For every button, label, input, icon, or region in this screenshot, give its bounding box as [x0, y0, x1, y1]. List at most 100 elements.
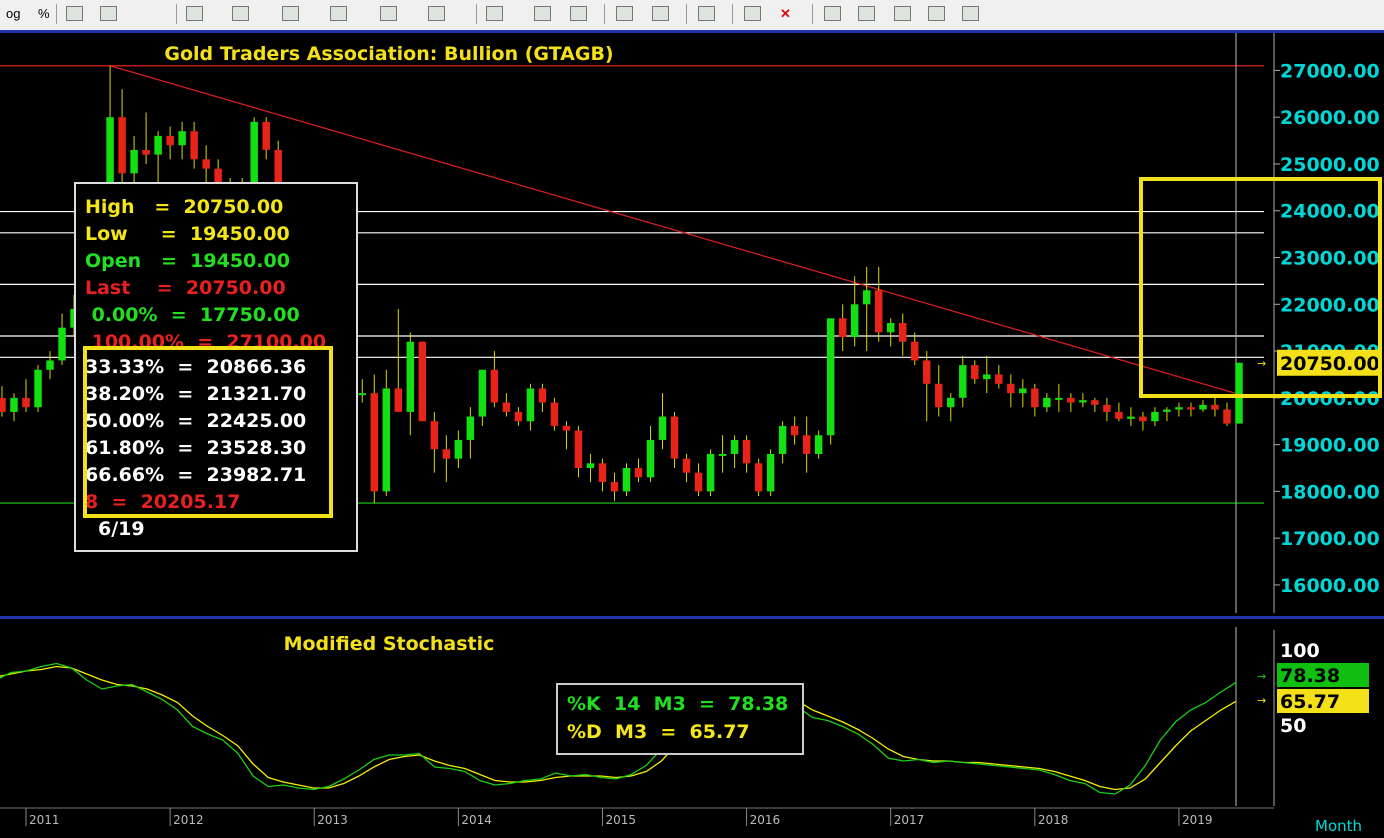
candle-body [610, 482, 619, 492]
stochastic-axis-label: 100 [1280, 640, 1320, 662]
legend-d: %D M3 = 65.77 [567, 721, 750, 743]
price-axis-label: 25000.00 [1280, 154, 1380, 176]
k-value-label: 78.38 [1280, 665, 1340, 687]
candle-body [1091, 400, 1099, 405]
candle-body [358, 393, 367, 396]
time-axis-label: 2011 [29, 813, 60, 827]
candle-body [874, 290, 883, 333]
candle-body [130, 149, 138, 174]
candle-body [826, 318, 835, 436]
candle-body [166, 135, 174, 146]
time-axis-label: 2018 [1038, 813, 1069, 827]
candle-body [118, 117, 126, 174]
stochastic-axis-label: 50 [1280, 715, 1306, 737]
candle-body [190, 131, 198, 160]
candle-body [1211, 404, 1219, 410]
candle-body [250, 121, 258, 188]
candle-body [262, 121, 270, 150]
candle-body [1151, 411, 1159, 422]
candle-body [983, 374, 991, 380]
k-arrow: → [1257, 670, 1266, 683]
candle-body [802, 435, 811, 454]
candle-body [658, 416, 667, 440]
candle-body [730, 439, 739, 454]
price-highlight-box [1139, 177, 1382, 398]
time-axis-label: 2015 [605, 813, 636, 827]
candle-body [526, 388, 535, 422]
price-axis-label: 19000.00 [1280, 435, 1380, 457]
time-axis-label: 2014 [461, 813, 492, 827]
candle-body [382, 388, 391, 492]
candle-body [202, 159, 210, 169]
candle-body [1067, 397, 1075, 403]
candle-body [682, 458, 691, 473]
candle-body [478, 369, 487, 417]
candle-body [1199, 404, 1207, 410]
data-window-row: 0.00% = 17750.00 [85, 304, 300, 326]
legend-k: %K 14 M3 = 78.38 [567, 693, 789, 715]
candle-body [947, 397, 955, 408]
data-window-row: Open = 19450.00 [85, 250, 290, 272]
candle-body [886, 323, 895, 333]
candle-body [1223, 409, 1231, 424]
price-chart-title: Gold Traders Association: Bullion (GTAGB… [164, 43, 613, 65]
time-axis-label: 2013 [317, 813, 348, 827]
candle-body [814, 435, 823, 454]
candle-body [418, 341, 427, 422]
candle-body [971, 365, 979, 380]
candle-body [850, 304, 859, 338]
candle-body [694, 472, 703, 492]
candle-body [1175, 407, 1183, 410]
candle-body [22, 397, 30, 408]
candle-body [466, 416, 475, 440]
time-axis-label: 2019 [1182, 813, 1213, 827]
candle-body [1055, 397, 1063, 400]
candle-body [442, 449, 451, 459]
data-window-row: High = 20750.00 [85, 196, 284, 218]
candle-body [862, 290, 871, 305]
stochastic-title: Modified Stochastic [284, 633, 495, 655]
candle-body [790, 425, 799, 436]
candle-body [370, 393, 379, 492]
candle-body [670, 416, 679, 459]
candle-body [1007, 383, 1015, 394]
price-axis-label: 16000.00 [1280, 575, 1380, 597]
price-axis-label: 17000.00 [1280, 528, 1380, 550]
candle-body [514, 411, 523, 422]
candle-body [586, 463, 595, 468]
candle-body [646, 439, 655, 478]
candle-body [154, 135, 162, 155]
candle-body [766, 453, 775, 492]
data-window-row: Low = 19450.00 [85, 223, 290, 245]
candle-body [959, 365, 967, 398]
candle-body [394, 388, 403, 412]
period-label: Month [1315, 817, 1362, 835]
candle-body [58, 327, 66, 361]
candle-body [406, 341, 415, 412]
candle-body [995, 374, 1003, 384]
candle-body [898, 323, 907, 342]
candle-body [550, 402, 559, 426]
time-axis-label: 2017 [894, 813, 925, 827]
candle-body [0, 397, 6, 412]
candle-body [923, 360, 931, 384]
candle-body [1187, 407, 1195, 410]
fib-highlight-box [83, 346, 333, 518]
candle-body [911, 341, 919, 361]
time-axis-label: 2016 [750, 813, 781, 827]
candle-body [10, 397, 18, 412]
candle-body [742, 439, 751, 464]
candle-body [562, 425, 571, 431]
candle-body [1031, 388, 1039, 408]
d-value-label: 65.77 [1280, 691, 1340, 713]
candle-body [598, 463, 607, 483]
candle-body [1139, 416, 1147, 422]
candle-body [1019, 388, 1027, 394]
candle-body [935, 383, 943, 408]
candle-body [1163, 409, 1171, 412]
candle-body [430, 421, 439, 450]
candle-body [502, 402, 511, 412]
time-axis-label: 2012 [173, 813, 204, 827]
candle-body [706, 453, 715, 492]
stochastic-legend: %K 14 M3 = 78.38 %D M3 = 65.77 [556, 683, 804, 755]
